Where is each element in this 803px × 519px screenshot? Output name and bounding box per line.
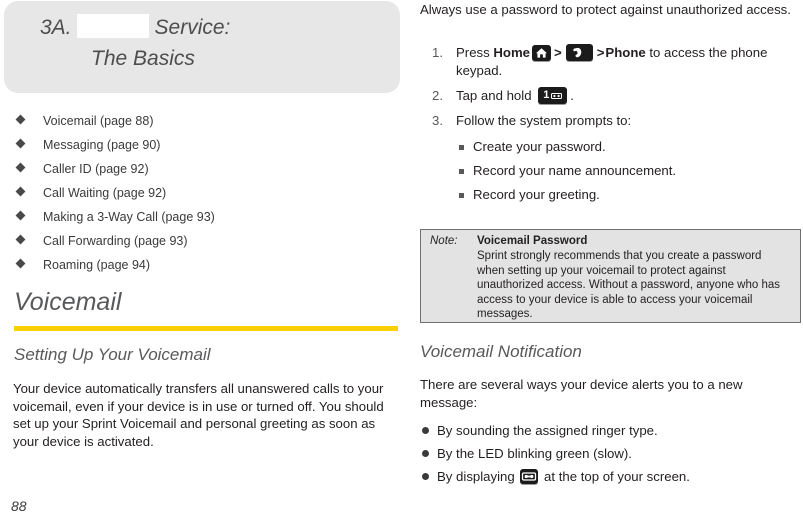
step-separator: >	[554, 45, 562, 60]
chapter-title: 3A. Service: The Basics	[40, 12, 390, 74]
diamond-bullet-icon	[15, 258, 26, 269]
left-column: 3A. Service: The Basics Voicemail (page 8…	[0, 0, 402, 519]
document-page: 3A. Service: The Basics Voicemail (page 8…	[0, 0, 803, 519]
sub-list-item-label: Record your name announcement.	[473, 163, 677, 178]
round-bullet-icon	[422, 427, 429, 434]
voicemail-indicator-icon	[520, 469, 539, 484]
sub-list-item: Create your password.	[456, 135, 803, 159]
paragraph-notification: There are several ways your device alert…	[420, 377, 743, 410]
list-item[interactable]: Messaging (page 90)	[15, 133, 397, 157]
list-item-label: Call Forwarding (page 93)	[43, 234, 188, 248]
subsection-heading-setting-up: Setting Up Your Voicemail	[14, 345, 211, 364]
bullet-item-label: By displaying	[437, 469, 519, 484]
chapter-subtitle: The Basics	[91, 47, 195, 70]
accent-rule	[14, 326, 398, 331]
square-bullet-icon	[459, 145, 464, 150]
list-item-label: Roaming (page 94)	[43, 258, 151, 272]
list-item-label: Caller ID (page 92)	[43, 162, 149, 176]
list-item[interactable]: Making a 3-Way Call (page 93)	[15, 205, 397, 229]
paragraph-setting-up: Your device automatically transfers all …	[13, 381, 384, 449]
diamond-bullet-icon	[15, 186, 26, 197]
chapter-number: 3A.	[40, 16, 72, 39]
step-separator: >	[596, 45, 605, 60]
step-text-before: Press	[456, 45, 494, 60]
page-number: 88	[11, 498, 27, 514]
diamond-bullet-icon	[15, 114, 26, 125]
bullet-item: By sounding the assigned ringer type.	[420, 419, 803, 442]
step-number: 2.	[432, 88, 443, 103]
list-item-label: Making a 3-Way Call (page 93)	[43, 210, 215, 224]
step-item: 2. Tap and hold 1.	[420, 87, 803, 105]
note-label: Note:	[430, 235, 458, 247]
right-column: Always use a password to protect against…	[420, 0, 803, 519]
list-item[interactable]: Call Waiting (page 92)	[15, 181, 397, 205]
bullet-item-label: By sounding the assigned ringer type.	[437, 423, 658, 438]
diamond-bullet-icon	[15, 234, 26, 245]
list-item-label: Call Waiting (page 92)	[43, 186, 167, 200]
chapter-contents-list: Voicemail (page 88) Messaging (page 90) …	[15, 109, 397, 277]
bullet-item: By displaying at the top of your screen.	[420, 465, 803, 488]
bullet-item-label-after: at the top of your screen.	[540, 469, 690, 484]
step-text-before: Follow the system prompts to:	[456, 113, 632, 128]
section-heading-voicemail: Voicemail	[14, 288, 122, 316]
bullet-item: By the LED blinking green (slow).	[420, 442, 803, 465]
note-title: Voicemail Password	[477, 235, 588, 247]
round-bullet-icon	[422, 473, 429, 480]
diamond-bullet-icon	[15, 138, 26, 149]
sub-list-item: Record your name announcement.	[456, 159, 803, 183]
numbered-steps-list: 1. Press Home > >Phone to access the phone…	[420, 44, 803, 214]
list-item[interactable]: Call Forwarding (page 93)	[15, 229, 397, 253]
list-item[interactable]: Voicemail (page 88)	[15, 109, 397, 133]
chapter-title-part: Service:	[154, 16, 231, 39]
one-voicemail-key-icon[interactable]: 1	[538, 87, 568, 104]
step-number: 3.	[432, 113, 443, 128]
sub-list-item-label: Record your greeting.	[473, 187, 600, 202]
sub-list-item: Record your greeting.	[456, 183, 803, 207]
square-bullet-icon	[459, 193, 464, 198]
step-bold-phone: Phone	[605, 45, 646, 60]
step-sub-list: Create your password. Record your name a…	[456, 135, 803, 207]
step-item: 1. Press Home > >Phone to access the phone…	[420, 44, 803, 80]
redacted-brand-box	[76, 14, 149, 38]
list-item[interactable]: Caller ID (page 92)	[15, 157, 397, 181]
chapter-header-banner: 3A. Service: The Basics	[4, 1, 400, 93]
diamond-bullet-icon	[15, 162, 26, 173]
home-key-icon[interactable]	[532, 45, 552, 61]
sub-list-item-label: Create your password.	[473, 139, 606, 154]
subsection-heading-notification: Voicemail Notification	[420, 342, 582, 361]
round-bullet-icon	[422, 450, 429, 457]
step-bold-home: Home	[493, 45, 531, 60]
diamond-bullet-icon	[15, 210, 26, 221]
list-item-label: Messaging (page 90)	[43, 138, 161, 152]
step-text-before: Tap and hold	[456, 88, 536, 103]
notification-bullet-list: By sounding the assigned ringer type. By…	[420, 419, 803, 488]
list-item-label: Voicemail (page 88)	[43, 114, 154, 128]
list-item[interactable]: Roaming (page 94)	[15, 253, 397, 277]
phone-key-icon[interactable]	[565, 44, 593, 61]
step-item: 3. Follow the system prompts to: Create …	[420, 112, 803, 207]
step-text-after: .	[570, 88, 574, 103]
square-bullet-icon	[459, 169, 464, 174]
note-callout-box: Note: Voicemail Password Sprint strongly…	[420, 229, 801, 323]
bullet-item-label: By the LED blinking green (slow).	[437, 446, 632, 461]
paragraph-intro: Always use a password to protect against…	[420, 2, 791, 17]
step-number: 1.	[432, 45, 443, 60]
note-body: Sprint strongly recommends that you crea…	[477, 250, 781, 320]
